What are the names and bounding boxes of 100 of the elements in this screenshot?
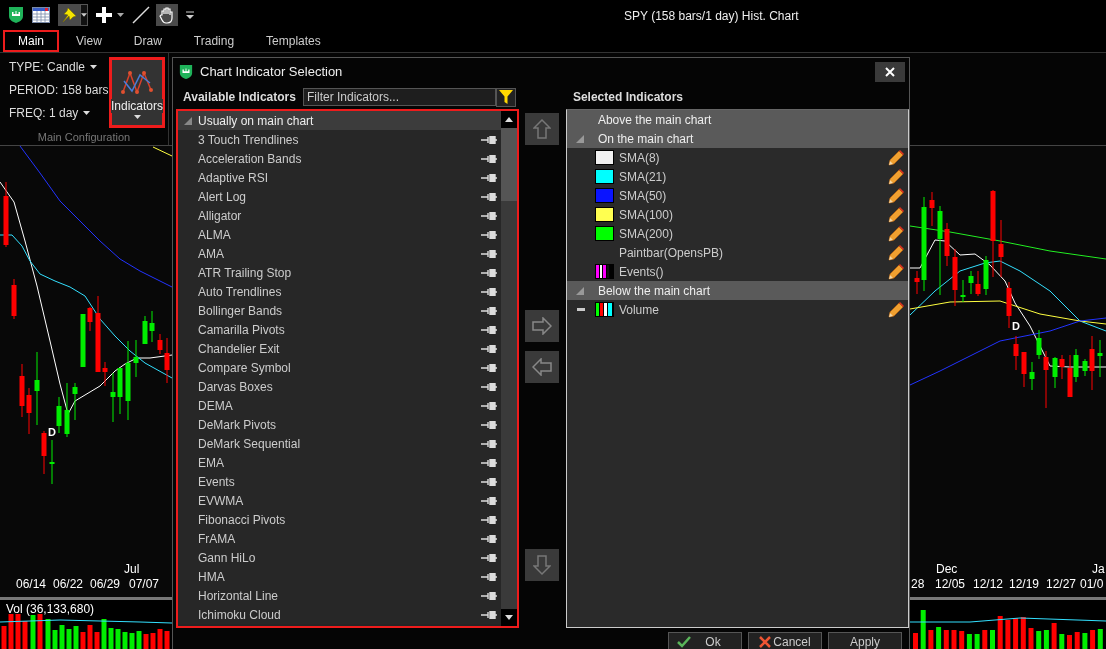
scroll-down-button[interactable] <box>501 609 518 626</box>
line-tool-icon[interactable] <box>132 6 150 24</box>
pushpin-icon[interactable] <box>481 496 498 505</box>
window-title: SPY (158 bars/1 day) Hist. Chart <box>624 9 799 23</box>
pushpin-icon[interactable] <box>481 249 498 258</box>
pencil-icon[interactable] <box>888 206 904 223</box>
dropdown-button[interactable]: TYPE: Candle <box>9 58 106 75</box>
candlestick <box>1097 339 1103 378</box>
pushpin-icon[interactable] <box>481 420 498 429</box>
menu-tab[interactable]: Draw <box>118 30 177 52</box>
date-label: 06/29 <box>90 577 121 591</box>
selected-indicator-item[interactable]: SMA(200) <box>566 224 908 243</box>
pushpin-icon[interactable] <box>481 287 498 296</box>
volume-bar <box>928 630 934 649</box>
pushpin-icon[interactable] <box>481 344 498 353</box>
down-arrow-icon <box>533 555 552 575</box>
candlestick <box>11 278 17 320</box>
remove-indicator-button[interactable] <box>525 351 560 383</box>
group-header[interactable]: Usually on main chart <box>178 111 502 130</box>
group-header[interactable]: On the main chart <box>566 129 908 148</box>
color-swatch[interactable] <box>594 226 614 241</box>
selected-indicator-item[interactable]: SMA(8) <box>566 148 908 167</box>
pushpin-icon[interactable] <box>481 553 498 562</box>
month-label: Dec <box>936 562 958 576</box>
pushpin-icon[interactable] <box>481 534 498 543</box>
pushpin-icon[interactable] <box>481 192 498 201</box>
pushpin-icon[interactable] <box>481 477 498 486</box>
pushpin-icon[interactable] <box>481 572 498 581</box>
pushpin-icon[interactable] <box>481 363 498 372</box>
pushpin-icon[interactable] <box>481 401 498 410</box>
menu-tab[interactable]: Templates <box>251 30 336 52</box>
calendar-icon[interactable] <box>32 7 50 23</box>
pushpin-icon[interactable] <box>481 268 498 277</box>
dropdown-button[interactable]: FREQ: 1 day <box>9 104 106 121</box>
pushpin-icon[interactable] <box>481 325 498 334</box>
scrollbar-thumb[interactable] <box>501 128 518 201</box>
expanded-triangle-icon[interactable] <box>184 116 192 125</box>
menu-tab[interactable]: View <box>61 30 117 52</box>
pushpin-icon[interactable] <box>481 610 498 619</box>
overflow-menu-icon[interactable] <box>186 11 194 19</box>
filter-field[interactable]: Filter Indicators... <box>303 88 496 106</box>
dropdown-caret-icon[interactable] <box>117 13 124 17</box>
dialog-button[interactable]: Ok <box>668 632 742 649</box>
selected-indicator-item[interactable]: SMA(100) <box>566 205 908 224</box>
selected-indicator-item[interactable]: Volume <box>566 300 908 319</box>
candlestick <box>133 339 139 378</box>
dropdown-button[interactable] <box>80 4 88 26</box>
menu-tab[interactable]: Trading <box>178 30 250 52</box>
panel-heading: Available Indicators <box>183 90 297 104</box>
pencil-icon[interactable] <box>888 225 904 242</box>
indicators-button[interactable]: Indicators <box>109 57 165 128</box>
candlestick <box>1006 281 1012 329</box>
pushpin-icon[interactable] <box>481 154 498 163</box>
month-label: Ja <box>1092 562 1105 576</box>
move-up-button[interactable] <box>525 113 560 145</box>
pushpin-icon[interactable] <box>481 382 498 391</box>
color-swatch[interactable] <box>594 207 614 222</box>
pencil-icon[interactable] <box>888 263 904 280</box>
close-button[interactable] <box>875 61 905 82</box>
cross-icon <box>759 635 772 648</box>
pencil-icon[interactable] <box>888 301 904 318</box>
pushpin-icon[interactable] <box>481 135 498 144</box>
group-header[interactable]: Above the main chart <box>566 110 908 129</box>
pushpin-icon[interactable] <box>481 515 498 524</box>
move-down-button[interactable] <box>525 549 560 581</box>
collapse-icon[interactable] <box>576 308 585 311</box>
dialog-button[interactable]: Apply <box>828 632 902 649</box>
pin-tool-button[interactable] <box>58 4 80 26</box>
volume-bar <box>997 616 1003 649</box>
pushpin-icon[interactable] <box>481 306 498 315</box>
pencil-icon[interactable] <box>888 149 904 166</box>
selected-indicator-item[interactable]: Events() <box>566 262 908 281</box>
filter-button[interactable] <box>496 87 516 107</box>
add-indicator-button[interactable] <box>525 310 560 342</box>
color-swatch[interactable] <box>594 188 614 203</box>
crosshair-plus-icon[interactable] <box>96 7 112 23</box>
pushpin-icon[interactable] <box>481 439 498 448</box>
pushpin-icon[interactable] <box>481 230 498 239</box>
pushpin-icon[interactable] <box>481 591 498 600</box>
group-header[interactable]: Below the main chart <box>566 281 908 300</box>
right-arrow-icon <box>532 317 553 335</box>
pushpin-icon[interactable] <box>481 173 498 182</box>
candlestick <box>49 439 55 485</box>
hand-tool-button[interactable] <box>156 4 178 26</box>
scroll-up-button[interactable] <box>501 111 518 128</box>
month-label: Jul <box>124 562 140 576</box>
pencil-icon[interactable] <box>888 244 904 261</box>
selected-indicator-item[interactable]: SMA(21) <box>566 167 908 186</box>
color-swatch[interactable] <box>594 169 614 184</box>
pencil-icon[interactable] <box>888 187 904 204</box>
selected-indicator-item[interactable]: Paintbar(OpensPB) <box>566 243 908 262</box>
pushpin-icon[interactable] <box>481 211 498 220</box>
dropdown-button[interactable]: PERIOD: 158 bars <box>9 81 106 98</box>
selected-indicator-item[interactable]: SMA(50) <box>566 186 908 205</box>
pushpin-icon[interactable] <box>481 458 498 467</box>
dialog-button[interactable]: Cancel <box>748 632 822 649</box>
color-swatch[interactable] <box>594 150 614 165</box>
menu-tab[interactable]: Main <box>3 30 59 52</box>
date-label: 12/19 <box>1009 577 1040 591</box>
pencil-icon[interactable] <box>888 168 904 185</box>
